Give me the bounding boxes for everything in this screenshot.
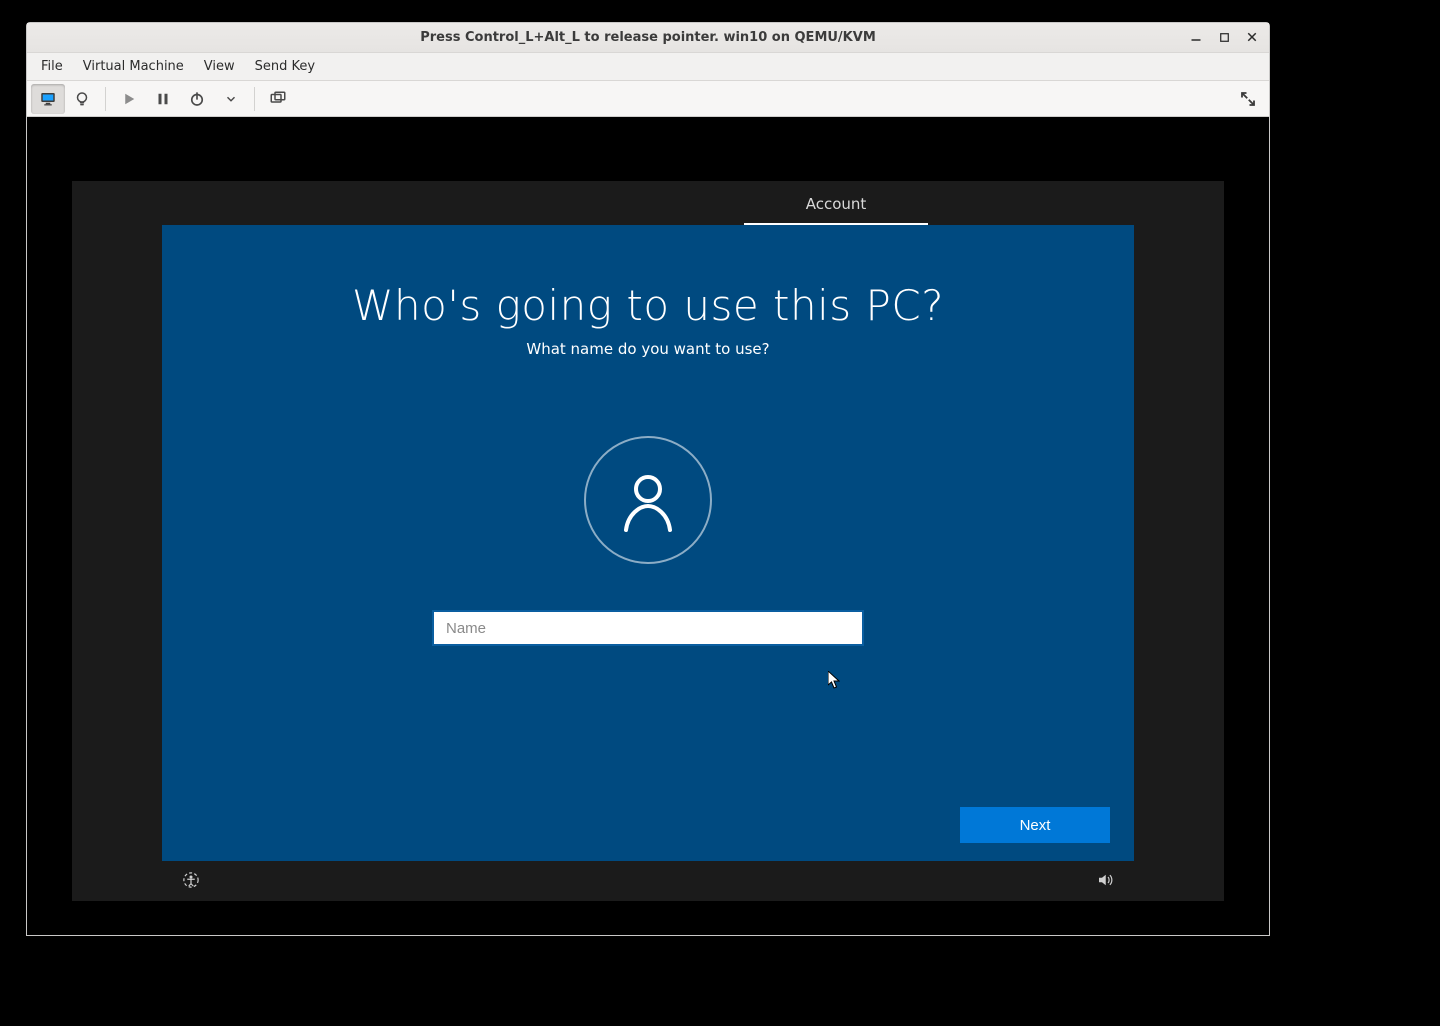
play-icon bbox=[120, 90, 138, 108]
pause-icon bbox=[154, 90, 172, 108]
volume-button[interactable] bbox=[1096, 871, 1114, 893]
oobe-panel: Who's going to use this PC? What name do… bbox=[162, 225, 1134, 861]
snapshots-icon bbox=[269, 90, 287, 108]
chevron-down-icon bbox=[224, 92, 238, 106]
menu-file[interactable]: File bbox=[33, 55, 71, 78]
person-icon bbox=[616, 468, 680, 532]
ease-of-access-button[interactable] bbox=[182, 871, 200, 893]
toolbar-separator bbox=[105, 87, 106, 111]
oobe-subheading: What name do you want to use? bbox=[526, 340, 769, 358]
close-icon bbox=[1246, 31, 1258, 43]
guest-display[interactable]: Account Who's going to use this PC? What… bbox=[27, 117, 1269, 935]
guest-screen: Account Who's going to use this PC? What… bbox=[72, 181, 1224, 901]
power-icon bbox=[188, 90, 206, 108]
menubar: File Virtual Machine View Send Key bbox=[27, 53, 1269, 81]
maximize-icon bbox=[1219, 32, 1230, 43]
oobe-heading: Who's going to use this PC? bbox=[352, 281, 944, 330]
pause-button[interactable] bbox=[146, 84, 180, 114]
name-input[interactable] bbox=[432, 610, 864, 646]
window-title: Press Control_L+Alt_L to release pointer… bbox=[420, 30, 876, 45]
accessibility-icon bbox=[182, 871, 200, 889]
shutdown-button[interactable] bbox=[180, 84, 214, 114]
menu-send-key[interactable]: Send Key bbox=[247, 55, 323, 78]
shutdown-menu-button[interactable] bbox=[214, 84, 248, 114]
toolbar bbox=[27, 81, 1269, 117]
vm-window: Press Control_L+Alt_L to release pointer… bbox=[26, 22, 1270, 936]
fullscreen-button[interactable] bbox=[1231, 84, 1265, 114]
menu-virtual-machine[interactable]: Virtual Machine bbox=[75, 55, 192, 78]
minimize-button[interactable] bbox=[1183, 25, 1209, 49]
menu-view[interactable]: View bbox=[196, 55, 243, 78]
console-view-button[interactable] bbox=[31, 84, 65, 114]
volume-icon bbox=[1096, 871, 1114, 889]
minimize-icon bbox=[1190, 31, 1202, 43]
avatar-circle bbox=[584, 436, 712, 564]
maximize-button[interactable] bbox=[1211, 25, 1237, 49]
fullscreen-icon bbox=[1239, 90, 1257, 108]
snapshots-button[interactable] bbox=[261, 84, 295, 114]
lightbulb-icon bbox=[73, 90, 91, 108]
run-button[interactable] bbox=[112, 84, 146, 114]
tab-account[interactable]: Account bbox=[744, 195, 928, 225]
close-button[interactable] bbox=[1239, 25, 1265, 49]
details-view-button[interactable] bbox=[65, 84, 99, 114]
toolbar-separator bbox=[254, 87, 255, 111]
next-button[interactable]: Next bbox=[960, 807, 1110, 843]
window-controls bbox=[1183, 25, 1265, 49]
monitor-icon bbox=[39, 90, 57, 108]
titlebar: Press Control_L+Alt_L to release pointer… bbox=[27, 23, 1269, 53]
